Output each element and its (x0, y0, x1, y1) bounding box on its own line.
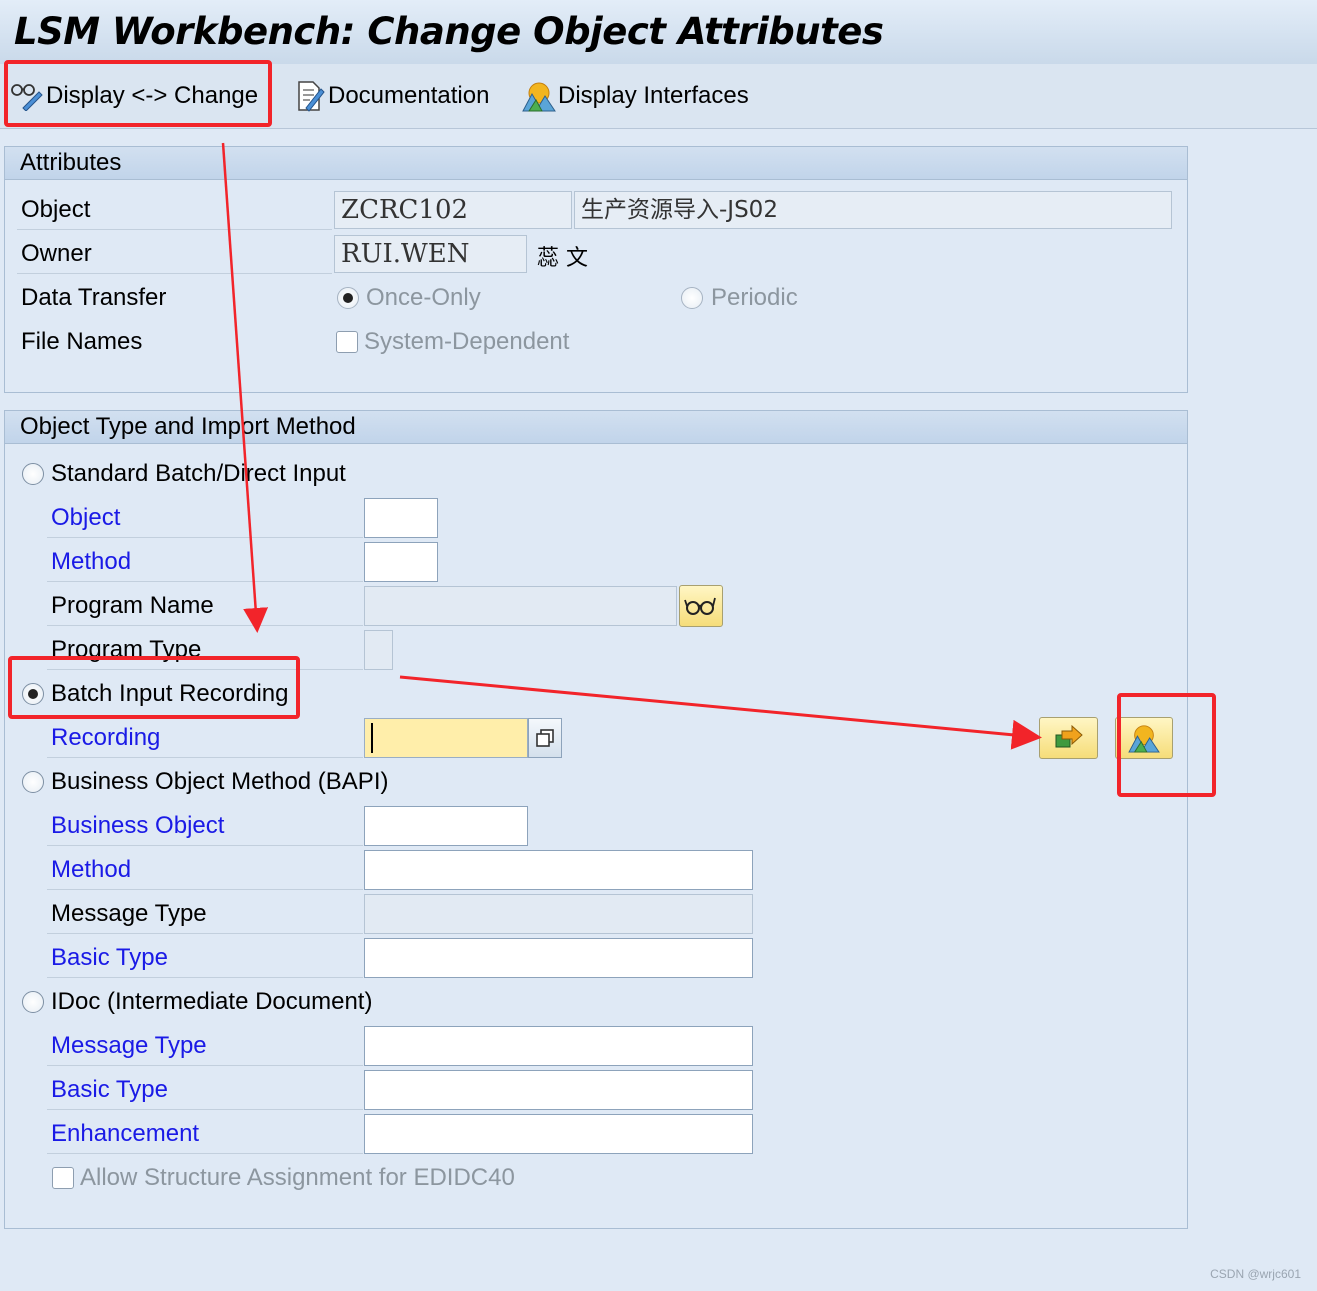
arrow-to-batch-input (221, 142, 269, 633)
watermark: CSDN @wrjc601 (1210, 1267, 1301, 1281)
arrow-to-edit-button (399, 675, 1042, 750)
annotation-arrows (221, 142, 1042, 750)
